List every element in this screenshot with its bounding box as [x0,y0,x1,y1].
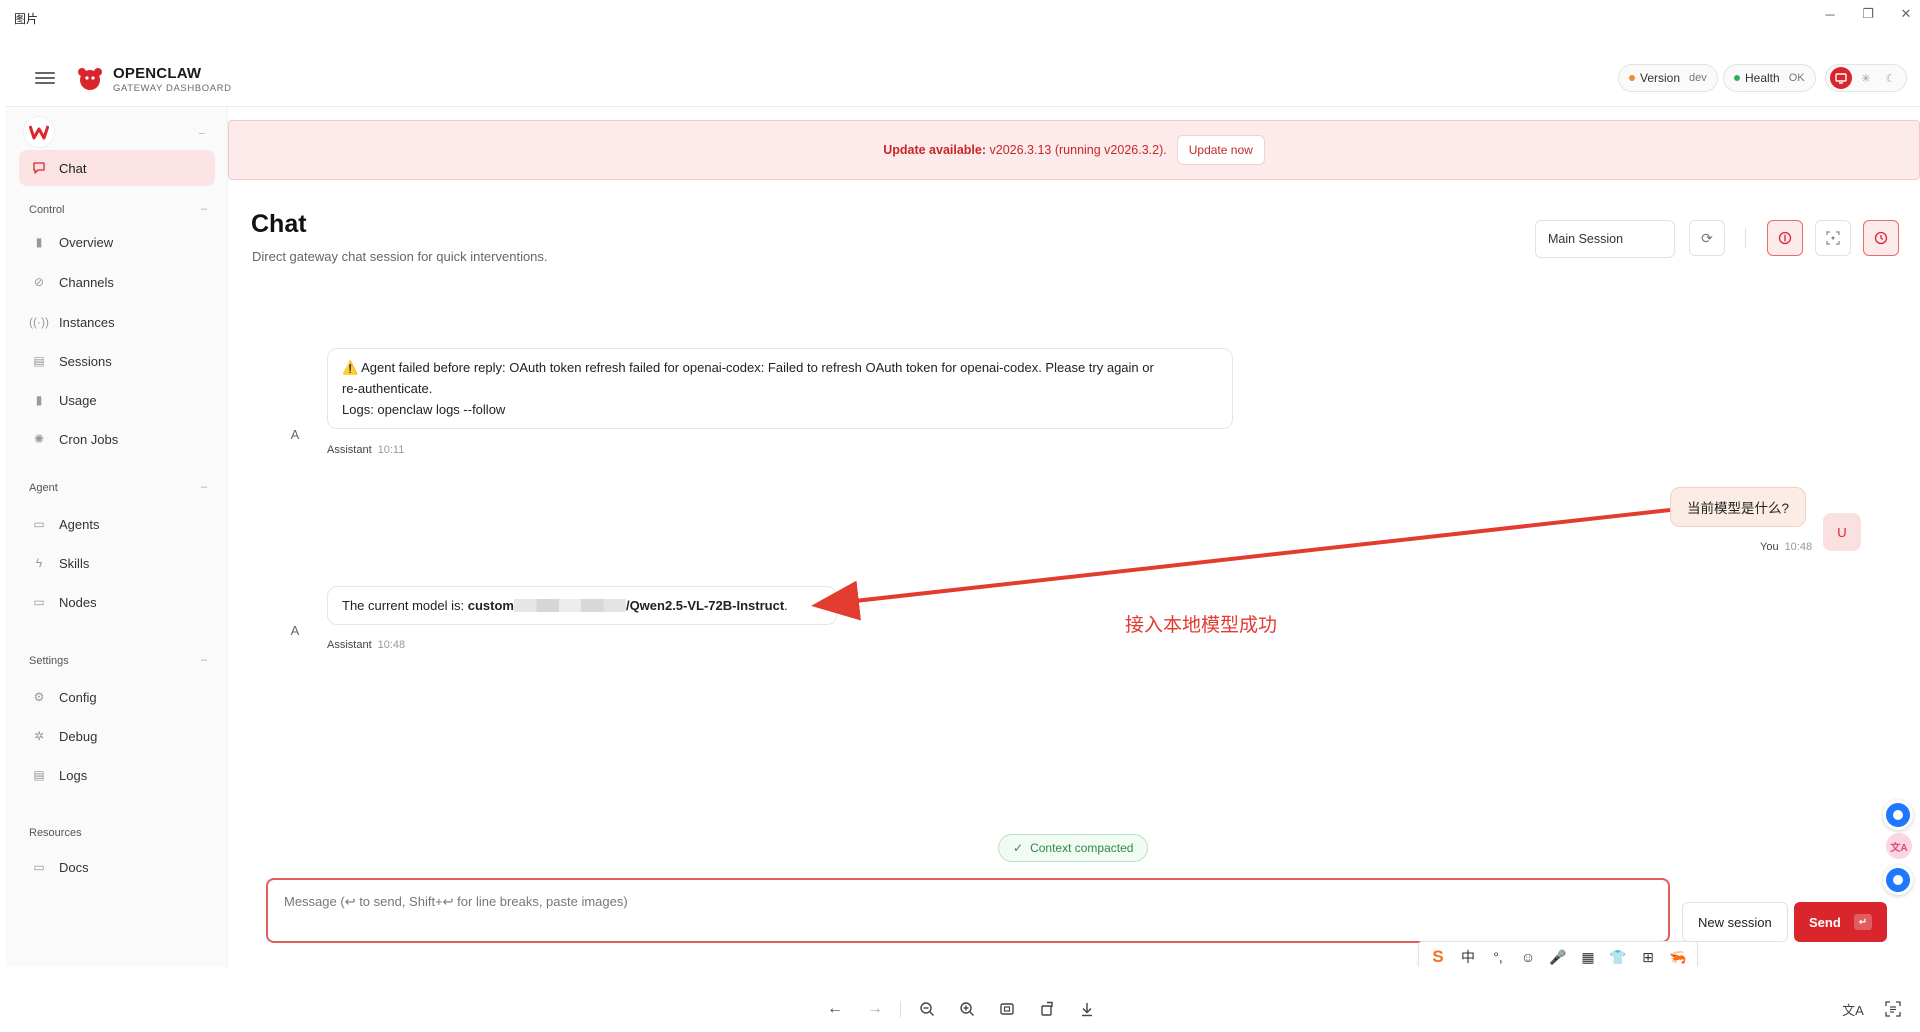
rotate-icon[interactable] [1032,994,1062,1024]
translate-icon[interactable]: 文A [1838,994,1868,1024]
annotation-arrow [811,508,1671,621]
download-icon[interactable] [1072,994,1102,1024]
toolbox-icon[interactable]: ⊞ [1635,944,1661,967]
fit-icon[interactable] [992,994,1022,1024]
skin-icon[interactable]: 👕 [1605,944,1631,967]
ime-toolbar: S 中 °, ☺ 🎤 ▦ 👕 ⊞ 🦐 [1418,941,1698,967]
keyboard-icon[interactable]: ▦ [1575,944,1601,967]
translate-float-icon[interactable]: 文A [1886,833,1912,859]
punctuation-icon[interactable]: °, [1485,944,1511,967]
ime-chinese-mode[interactable]: 中 [1455,944,1481,967]
arrow-right-icon[interactable]: → [860,994,890,1024]
microphone-icon[interactable]: 🎤 [1545,944,1571,967]
viewer-title: 图片 [14,12,39,26]
context-pill-label: Context compacted [1030,841,1134,855]
mascot-icon[interactable]: 🦐 [1665,944,1691,967]
arrow-left-icon[interactable]: ← [820,994,850,1024]
toolbar-divider [900,1001,901,1017]
zoom-in-icon[interactable] [952,994,982,1024]
zoom-out-icon[interactable] [912,994,942,1024]
emoji-icon[interactable]: ☺ [1515,944,1541,967]
new-session-button[interactable]: New session [1682,902,1788,942]
enter-key-icon: ↵ [1854,914,1872,930]
chat-float-icon[interactable] [1883,865,1913,895]
openclaw-app: OPENCLAW GATEWAY DASHBOARD Version dev H… [5,52,1920,967]
close-button[interactable]: ✕ [1894,4,1918,24]
annotation-text: 接入本地模型成功 [1125,615,1278,636]
minimize-button[interactable]: ─ [1818,4,1842,24]
send-label: Send [1809,914,1841,930]
check-icon: ✓ [1013,841,1024,855]
restore-button[interactable]: ❐ [1856,4,1880,24]
ocr-icon[interactable] [1878,994,1908,1024]
message-input[interactable]: Message (↩ to send, Shift+↩ for line bre… [266,878,1670,943]
context-compacted-badge: ✓ Context compacted [998,834,1149,862]
sogou-logo-icon[interactable]: S [1425,944,1451,967]
send-button[interactable]: Send ↵ [1794,902,1887,942]
assistant-float-icon[interactable] [1883,800,1913,830]
